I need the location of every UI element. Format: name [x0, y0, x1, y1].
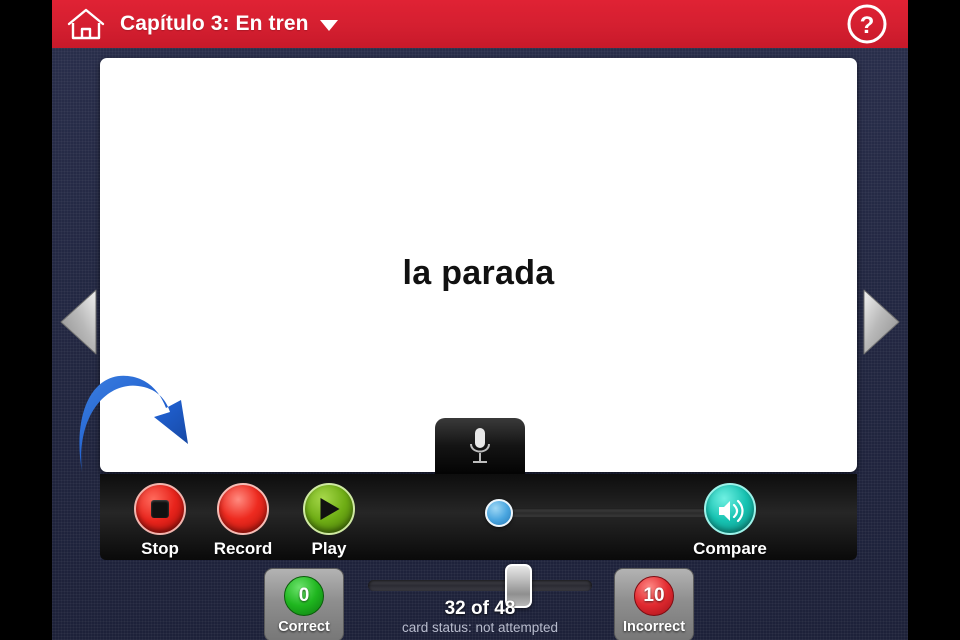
flashcard-term: la parada	[402, 254, 555, 292]
microphone-button[interactable]	[435, 418, 525, 480]
chapter-selector[interactable]: Capítulo 3: En tren	[120, 12, 338, 36]
prev-card-button[interactable]	[56, 286, 102, 358]
audio-toolbar: Stop Record Play Compare	[100, 474, 857, 560]
compare-button[interactable]: Compare	[687, 483, 773, 559]
app-header: Capítulo 3: En tren ?	[52, 0, 908, 48]
record-label: Record	[213, 539, 273, 558]
home-icon[interactable]	[66, 7, 106, 41]
audio-slider-knob[interactable]	[485, 499, 513, 527]
stop-button[interactable]: Stop	[117, 483, 203, 559]
compare-label: Compare	[693, 539, 767, 558]
speaker-icon	[704, 483, 756, 535]
play-triangle-icon	[303, 483, 355, 535]
next-card-button[interactable]	[858, 286, 904, 358]
card-status: card status: not attempted	[401, 620, 559, 635]
chevron-down-icon	[319, 20, 338, 31]
card-slider-track	[368, 580, 592, 591]
play-label: Play	[311, 539, 347, 558]
card-progress: 32 of 48	[444, 598, 516, 619]
app-root: Capítulo 3: En tren ? la parada Stop Rec…	[0, 0, 960, 640]
flashcard[interactable]: la parada	[100, 58, 857, 472]
stop-square-icon	[134, 483, 186, 535]
microphone-icon	[470, 428, 490, 463]
help-button[interactable]: ?	[846, 3, 888, 45]
record-dot-icon	[217, 483, 269, 535]
letterbox-bar-left	[0, 0, 52, 640]
play-button[interactable]: Play	[286, 483, 372, 559]
chapter-title: Capítulo 3: En tren	[120, 12, 309, 35]
stop-label: Stop	[141, 539, 179, 558]
letterbox-bar-right	[908, 0, 960, 640]
svg-text:?: ?	[860, 12, 875, 39]
record-button[interactable]: Record	[200, 483, 286, 559]
